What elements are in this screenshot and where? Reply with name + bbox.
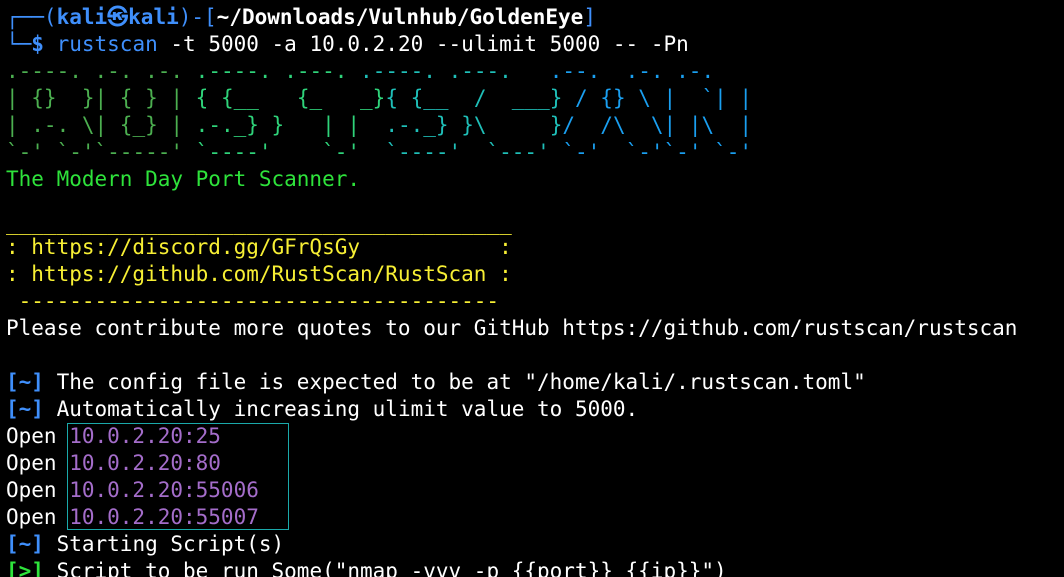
banner-seg: `-' `-' <box>663 140 753 164</box>
banner-row-4: `-' `-'`-----' `----' `-' `----' `---' `… <box>6 139 1064 166</box>
banner-seg: \ } <box>473 113 563 137</box>
github-link-line: : https://github.com/RustScan/RustScan : <box>6 262 512 286</box>
banner-seg: .-._} } <box>385 113 474 137</box>
message-text: Automatically increasing ulimit value to… <box>43 397 639 421</box>
banner-seg: | `| | <box>663 86 753 110</box>
banner-seg: { {__ <box>385 86 474 110</box>
message-text: The config file is expected to be at "/h… <box>43 370 866 394</box>
banner-row-3: | .-. \| {_} | .-._} } | | .-._} }\ }/ /… <box>6 112 1064 139</box>
banner-seg: { {__ <box>195 86 297 110</box>
banner-seg: `-----' <box>94 140 196 164</box>
message-text: Starting Script(s) <box>43 532 285 556</box>
command-args: -t 5000 -a 10.0.2.20 --ulimit 5000 -- -P… <box>157 32 689 56</box>
info-tag: [~] <box>6 370 44 394</box>
banner-seg: `----' <box>195 140 297 164</box>
banner-seg: `---' <box>473 140 563 164</box>
info-tag: [~] <box>6 532 44 556</box>
prompt-mid: )-[ <box>178 5 217 29</box>
banner-seg: | .-. \ <box>6 113 95 137</box>
banner-seg: .-. .-. <box>94 59 196 83</box>
starting-script-message: [~] Starting Script(s) <box>6 531 1064 558</box>
config-message: [~] The config file is expected to be at… <box>6 369 1064 396</box>
prompt-dollar: $ <box>31 32 57 56</box>
rustscan-banner: .----. .-. .-. .----. .---. .----. .---.… <box>6 58 1064 193</box>
selection-box <box>67 423 289 530</box>
banner-seg: | { } | <box>94 86 196 110</box>
banner-seg: | |\ | <box>663 113 753 137</box>
prompt-header: ┌──(kali㉿kali)-[~/Downloads/Vulnhub/Gold… <box>6 4 1064 31</box>
banner-seg: / ___} <box>473 86 563 110</box>
banner-seg: `-' <box>296 140 386 164</box>
banner-seg: .----. <box>6 59 95 83</box>
message-text: Script to be run Some("nmap -vvv -p {{po… <box>43 559 727 577</box>
prompt-close: ] <box>583 5 596 29</box>
open-label: Open <box>6 451 70 475</box>
banner-seg: / /\ \ <box>562 113 664 137</box>
banner-seg: `-' `-' <box>6 140 95 164</box>
links-top-rule: ________________________________________ <box>6 211 512 235</box>
open-label: Open <box>6 505 70 529</box>
banner-seg: .---. <box>448 59 525 83</box>
open-label: Open <box>6 424 70 448</box>
banner-seg: | {} } <box>6 86 95 110</box>
discord-link-line: : https://discord.gg/GFrQsGy : <box>6 235 512 259</box>
prompt-corner-top: ┌──( <box>6 5 57 29</box>
prompt-path: ~/Downloads/Vulnhub/GoldenEye <box>216 5 584 29</box>
banner-seg: .-._} } <box>195 113 297 137</box>
banner-seg: .----. <box>195 59 285 83</box>
banner-row-1: .----. .-. .-. .----. .---. .----. .---.… <box>6 58 1064 85</box>
banner-seg: / {} \ <box>562 86 664 110</box>
script-run-message: [>] Script to be run Some("nmap -vvv -p … <box>6 558 1064 577</box>
prompt-at-icon: ㉿ <box>107 5 129 29</box>
links-box: ________________________________________… <box>6 211 1064 315</box>
banner-seg: `----' <box>385 140 474 164</box>
command-line[interactable]: └─$ rustscan -t 5000 -a 10.0.2.20 --ulim… <box>6 31 1064 58</box>
banner-seg: .----. <box>360 59 449 83</box>
open-ports-list: Open 10.0.2.20:25 Open 10.0.2.20:80 Open… <box>6 423 1064 531</box>
banner-seg: .-. .-. <box>612 59 715 83</box>
run-tag: [>] <box>6 559 44 577</box>
prompt-corner-bottom: └─ <box>6 32 32 56</box>
banner-seg: | | <box>296 113 386 137</box>
terminal-window[interactable]: ┌──(kali㉿kali)-[~/Downloads/Vulnhub/Gold… <box>0 0 1064 577</box>
info-tag: [~] <box>6 397 44 421</box>
banner-row-2: | {} }| { } | { {__ {_ _}{ {__ / ___} / … <box>6 85 1064 112</box>
banner-seg: `-' `-' <box>562 140 664 164</box>
banner-seg: | {_} | <box>94 113 196 137</box>
banner-seg: .--. <box>524 59 613 83</box>
links-bottom-rule: -------------------------------------- <box>6 289 500 313</box>
banner-seg: .---. <box>284 59 361 83</box>
prompt-user: kali <box>56 5 108 29</box>
open-label: Open <box>6 478 70 502</box>
prompt-host: kali <box>128 5 179 29</box>
command-name: rustscan <box>56 32 158 56</box>
contribute-quote: Please contribute more quotes to our Git… <box>6 316 1018 340</box>
ulimit-message: [~] Automatically increasing ulimit valu… <box>6 396 1064 423</box>
banner-tagline: The Modern Day Port Scanner. <box>6 167 361 191</box>
banner-seg: {_ _} <box>296 86 386 110</box>
